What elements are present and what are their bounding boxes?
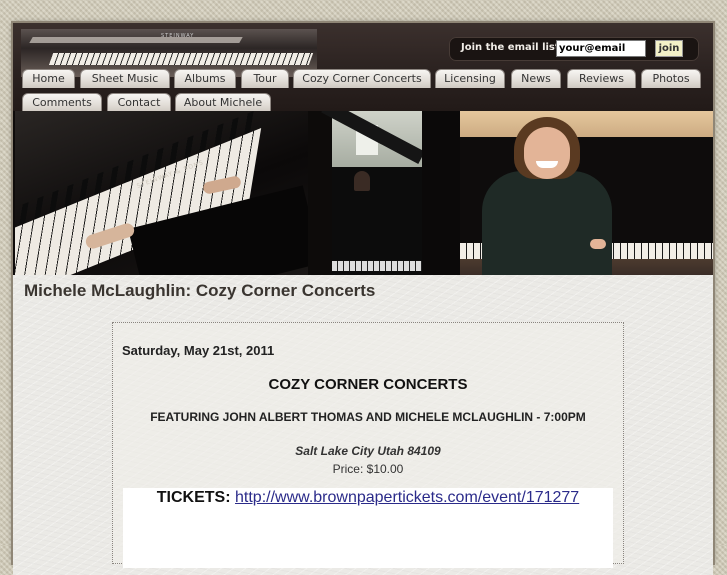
event-location: Salt Lake City Utah 84109 — [295, 444, 441, 458]
tab-cozy-corner-concerts[interactable]: Cozy Corner Concerts — [293, 69, 431, 88]
email-input[interactable] — [556, 40, 646, 57]
photo-banner: STEINWAY & SONS — [13, 111, 713, 275]
tab-reviews[interactable]: Reviews — [567, 69, 636, 88]
piano-hands-photo: STEINWAY & SONS — [15, 111, 308, 275]
tickets-line: TICKETS: http://www.brownpapertickets.co… — [123, 489, 613, 507]
grand-piano-photo — [308, 111, 460, 275]
event-featuring: FEATURING JOHN ALBERT THOMAS AND MICHELE… — [150, 410, 586, 424]
tickets-link[interactable]: http://www.brownpapertickets.com/event/1… — [235, 489, 579, 506]
tab-news[interactable]: News — [511, 69, 561, 88]
join-button[interactable]: join — [655, 40, 683, 57]
tickets-panel: TICKETS: http://www.brownpapertickets.co… — [123, 488, 613, 568]
tab-about-michele[interactable]: About Michele — [175, 93, 271, 112]
main-content: Michele McLaughlin: Cozy Corner Concerts… — [13, 275, 713, 575]
email-signup-label: Join the email list! — [461, 42, 565, 53]
email-signup: Join the email list! join — [449, 37, 699, 61]
event-box: Saturday, May 21st, 2011 COZY CORNER CON… — [112, 322, 624, 568]
page-title: Michele McLaughlin: Cozy Corner Concerts — [24, 281, 376, 300]
tab-contact[interactable]: Contact — [107, 93, 171, 112]
header: STEINWAY Join the email list! join Home … — [13, 23, 713, 112]
tab-albums[interactable]: Albums — [174, 69, 236, 88]
site-frame: STEINWAY Join the email list! join Home … — [13, 23, 713, 575]
tab-licensing[interactable]: Licensing — [435, 69, 505, 88]
tab-sheet-music[interactable]: Sheet Music — [80, 69, 170, 88]
tab-comments[interactable]: Comments — [22, 93, 102, 112]
tab-home[interactable]: Home — [22, 69, 75, 88]
event-price: Price: $10.00 — [332, 462, 404, 476]
tickets-label: TICKETS: — [156, 489, 231, 506]
michele-portrait-photo — [460, 111, 713, 275]
header-piano-brand: STEINWAY — [161, 33, 195, 39]
tab-tour[interactable]: Tour — [241, 69, 289, 88]
tab-photos[interactable]: Photos — [641, 69, 701, 88]
event-date: Saturday, May 21st, 2011 — [122, 343, 275, 358]
event-title: COZY CORNER CONCERTS — [268, 376, 468, 393]
